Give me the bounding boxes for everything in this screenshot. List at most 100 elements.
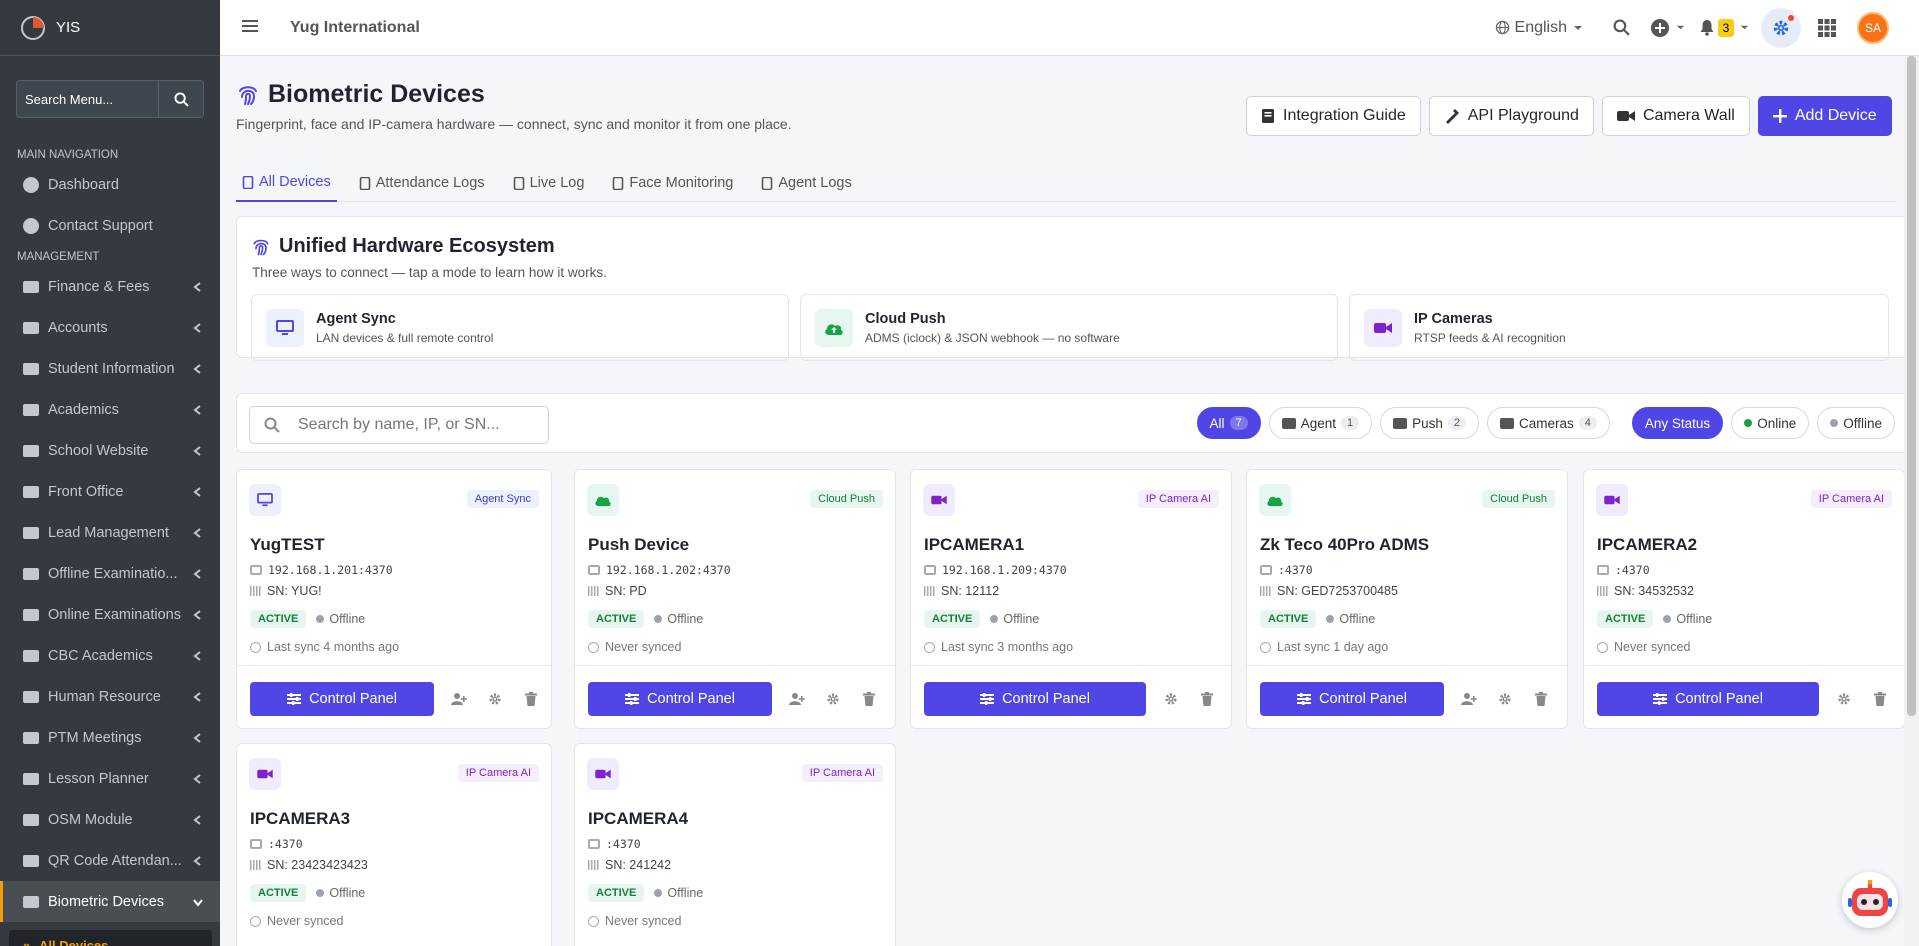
chat-assistant-button[interactable] bbox=[1842, 872, 1898, 928]
delete-device-button[interactable] bbox=[522, 690, 540, 708]
delete-device-button[interactable] bbox=[1871, 690, 1889, 708]
control-panel-button[interactable]: Control Panel bbox=[1597, 682, 1819, 716]
mode-title: IP Cameras bbox=[1414, 310, 1493, 327]
device-ip: :4370 bbox=[1615, 563, 1650, 577]
offline-dot-icon bbox=[1830, 419, 1839, 427]
delete-device-button[interactable] bbox=[860, 690, 878, 708]
user-avatar[interactable]: SA bbox=[1857, 11, 1889, 44]
sidebar-item-lead-management[interactable]: Lead Management bbox=[0, 512, 220, 553]
clipboard-icon bbox=[359, 176, 371, 190]
tab-face-monitoring[interactable]: Face Monitoring bbox=[606, 164, 739, 202]
sidebar-search-button[interactable] bbox=[158, 80, 204, 118]
quick-add-button[interactable] bbox=[1641, 8, 1693, 48]
menu-toggle-button[interactable] bbox=[242, 18, 258, 34]
tab-attendance-logs[interactable]: Attendance Logs bbox=[353, 164, 491, 202]
mode-agent-sync[interactable]: Agent Sync LAN devices & full remote cont… bbox=[251, 294, 789, 361]
card-footer bbox=[575, 665, 895, 666]
sidebar-item-online-examinations[interactable]: Online Examinations bbox=[0, 594, 220, 635]
apps-grid-button[interactable] bbox=[1807, 8, 1847, 48]
device-type-badge: IP Camera AI bbox=[457, 764, 539, 782]
page-scrollbar[interactable] bbox=[1904, 56, 1919, 946]
sidebar-item-student-information[interactable]: Student Information bbox=[0, 348, 220, 389]
offline-dot-icon bbox=[654, 889, 663, 897]
settings-button[interactable] bbox=[1761, 7, 1801, 48]
enroll-user-button[interactable] bbox=[788, 690, 806, 708]
book-icon bbox=[20, 768, 42, 790]
filter-chip-all[interactable]: All 7 bbox=[1196, 407, 1261, 439]
sidebar-item-ptm-meetings[interactable]: PTM Meetings bbox=[0, 717, 220, 758]
clock-icon bbox=[250, 641, 261, 653]
status-chip-offline[interactable]: Offline bbox=[1817, 407, 1895, 439]
plus-icon bbox=[1772, 109, 1787, 123]
device-search-input[interactable]: Search by name, IP, or SN... bbox=[249, 406, 549, 444]
sliders-icon bbox=[625, 693, 640, 705]
sidebar-search: Search Menu... bbox=[16, 80, 204, 118]
filter-chip-push[interactable]: Push 2 bbox=[1380, 407, 1479, 439]
sidebar: YIS Search Menu... MAIN NAVIGATION Dashb… bbox=[0, 0, 220, 946]
sliders-icon bbox=[1297, 693, 1312, 705]
tab-live-log[interactable]: Live Log bbox=[507, 164, 591, 202]
subitem-bullet-icon: » bbox=[23, 937, 31, 946]
delete-device-button[interactable] bbox=[1198, 690, 1216, 708]
control-panel-button[interactable]: Control Panel bbox=[250, 682, 434, 716]
fingerprint-icon bbox=[253, 239, 269, 255]
topbar-search-button[interactable] bbox=[1601, 8, 1641, 48]
control-panel-button[interactable]: Control Panel bbox=[1260, 682, 1444, 716]
device-ip: :4370 bbox=[1278, 563, 1313, 577]
camera-wall-button[interactable]: Camera Wall bbox=[1601, 96, 1750, 136]
sidebar-item-academics[interactable]: Academics bbox=[0, 389, 220, 430]
sidebar-item-osm-module[interactable]: OSM Module bbox=[0, 799, 220, 840]
device-settings-button[interactable] bbox=[1835, 690, 1853, 708]
delete-device-button[interactable] bbox=[1532, 690, 1550, 708]
sidebar-item-contact-support[interactable]: Contact Support bbox=[0, 205, 220, 246]
sidebar-subitem-all-devices[interactable]: » All Devices bbox=[9, 930, 212, 946]
sidebar-item-finance-fees[interactable]: Finance & Fees bbox=[0, 266, 220, 307]
sidebar-item-dashboard[interactable]: Dashboard bbox=[0, 164, 220, 205]
sidebar-item-cbc-academics[interactable]: CBC Academics bbox=[0, 635, 220, 676]
sidebar-item-qr-code-attendan[interactable]: QR Code Attendan... bbox=[0, 840, 220, 881]
device-settings-button[interactable] bbox=[1496, 690, 1514, 708]
mode-cloud-push[interactable]: Cloud Push ADMS (iclock) & JSON webhook —… bbox=[800, 294, 1338, 361]
device-card[interactable]: Cloud Push Push Device 192.168.1.202:437… bbox=[574, 469, 896, 729]
control-panel-button[interactable]: Control Panel bbox=[924, 682, 1146, 716]
brand[interactable]: YIS bbox=[0, 0, 220, 56]
control-panel-button[interactable]: Control Panel bbox=[588, 682, 772, 716]
device-card[interactable]: IP Camera AI IPCAMERA2 :4370 SN: 3453253… bbox=[1583, 469, 1905, 729]
filter-chip-cameras[interactable]: Cameras 4 bbox=[1487, 407, 1610, 439]
device-card[interactable]: IP Camera AI IPCAMERA4 :4370 SN: 241242 … bbox=[574, 743, 896, 946]
integration-guide-button[interactable]: Integration Guide bbox=[1246, 96, 1421, 136]
sidebar-item-accounts[interactable]: Accounts bbox=[0, 307, 220, 348]
enroll-user-button[interactable] bbox=[1460, 690, 1478, 708]
device-settings-button[interactable] bbox=[486, 690, 504, 708]
status-chip-online[interactable]: Online bbox=[1731, 407, 1810, 439]
scrollbar-thumb[interactable] bbox=[1907, 56, 1916, 716]
notifications-button[interactable]: 3 bbox=[1693, 8, 1755, 48]
mode-ip-cameras[interactable]: IP Cameras RTSP feeds & AI recognition bbox=[1349, 294, 1889, 361]
device-card[interactable]: IP Camera AI IPCAMERA3 :4370 SN: 2342342… bbox=[236, 743, 552, 946]
chevron-left-icon bbox=[193, 445, 201, 456]
filter-chip-agent[interactable]: Agent 1 bbox=[1268, 407, 1373, 439]
add-device-button[interactable]: Add Device bbox=[1757, 96, 1892, 136]
sidebar-item-front-office[interactable]: Front Office bbox=[0, 471, 220, 512]
sidebar-item-school-website[interactable]: School Website bbox=[0, 430, 220, 471]
sidebar-item-human-resource[interactable]: Human Resource bbox=[0, 676, 220, 717]
sidebar-item-lesson-planner[interactable]: Lesson Planner bbox=[0, 758, 220, 799]
device-settings-button[interactable] bbox=[824, 690, 842, 708]
sidebar-item-offline-examinatio[interactable]: Offline Examinatio... bbox=[0, 553, 220, 594]
mode-title: Cloud Push bbox=[865, 310, 946, 327]
tab-all-devices[interactable]: All Devices bbox=[236, 164, 337, 202]
device-settings-button[interactable] bbox=[1162, 690, 1180, 708]
sidebar-item-label: Online Examinations bbox=[48, 606, 181, 623]
enroll-user-button[interactable] bbox=[450, 690, 468, 708]
status-chip-any-status[interactable]: Any Status bbox=[1631, 407, 1724, 439]
sidebar-item-biometric-devices[interactable]: Biometric Devices bbox=[0, 881, 220, 922]
tab-agent-logs[interactable]: Agent Logs bbox=[755, 164, 857, 202]
device-card[interactable]: Agent Sync YugTEST 192.168.1.201:4370 SN… bbox=[236, 469, 552, 729]
language-selector[interactable]: English bbox=[1495, 19, 1583, 37]
offline-dot-icon bbox=[990, 615, 999, 623]
device-card[interactable]: Cloud Push Zk Teco 40Pro ADMS :4370 SN: … bbox=[1246, 469, 1568, 729]
device-card[interactable]: IP Camera AI IPCAMERA1 192.168.1.209:437… bbox=[910, 469, 1232, 729]
sidebar-search-input[interactable]: Search Menu... bbox=[16, 80, 158, 118]
api-playground-button[interactable]: API Playground bbox=[1428, 96, 1594, 136]
ecosystem-title: Unified Hardware Ecosystem bbox=[279, 235, 555, 257]
